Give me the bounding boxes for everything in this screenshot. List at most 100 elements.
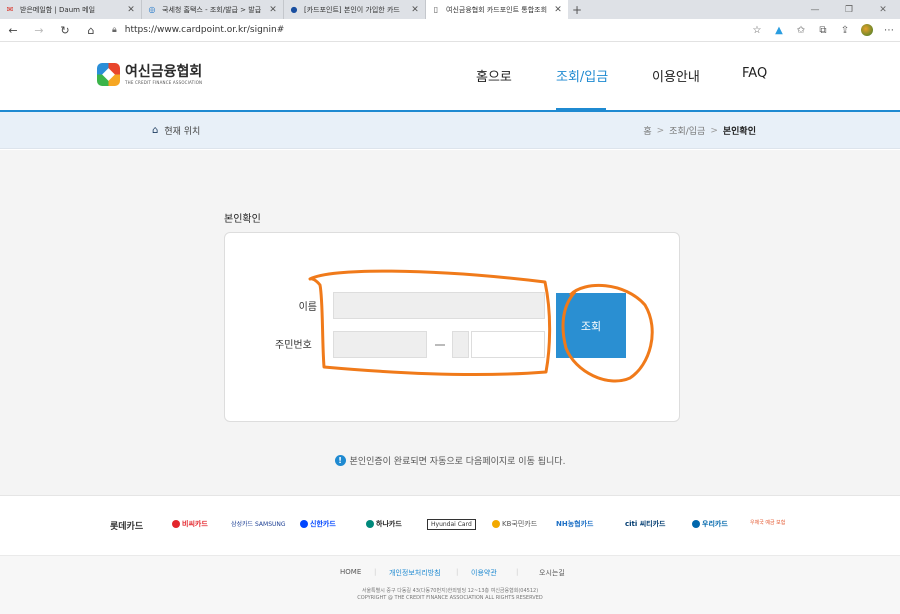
site-logo[interactable]: 여신금융협회 THE CREDIT FINANCE ASSOCIATION — [97, 63, 202, 86]
extension-icon[interactable]: ▲ — [768, 25, 790, 36]
close-tab-icon[interactable]: ✕ — [410, 5, 420, 15]
browser-tab[interactable]: ◎ 국세청 홈택스 - 조회/발급 > 발급 ✕ — [142, 0, 284, 19]
partner-logo[interactable]: 신한카드 — [300, 519, 336, 529]
browser-tab[interactable]: ● [카드포인트] 본인이 가입한 카드 ✕ — [284, 0, 426, 19]
partner-logo[interactable]: KB국민카드 — [492, 519, 537, 529]
hometax-icon: ◎ — [148, 5, 156, 14]
profile-avatar[interactable] — [856, 24, 878, 36]
footer-link-privacy[interactable]: 개인정보처리방침 — [389, 568, 441, 578]
partner-logo[interactable]: NH농협카드 — [556, 519, 593, 529]
more-icon[interactable]: ⋯ — [878, 25, 900, 36]
partner-name: 우체국 예금 보험 — [750, 520, 786, 526]
home-icon: ⌂ — [152, 125, 159, 136]
tab-title: 여신금융협회 카드포인트 통합조회 — [446, 5, 548, 14]
partner-name: 비씨카드 — [182, 520, 208, 528]
toolbar-icons: ☆ ▲ ✩ ⧉ ⇪ ⋯ — [746, 19, 900, 42]
partner-logo[interactable]: 롯데카드 — [110, 519, 143, 532]
browser-tab-active[interactable]: ▯ 여신금융협회 카드포인트 통합조회 ✕ — [426, 0, 568, 19]
collections-icon[interactable]: ⧉ — [812, 25, 834, 36]
partner-name: NH농협카드 — [556, 520, 594, 528]
rrn-label: 주민번호 — [275, 340, 312, 351]
tab-title: [카드포인트] 본인이 가입한 카드 — [304, 5, 400, 14]
name-label: 이름 — [298, 302, 317, 313]
partner-name: Hyundai Card — [431, 521, 472, 528]
nav-faq[interactable]: FAQ — [742, 66, 767, 81]
close-tab-icon[interactable]: ✕ — [126, 5, 136, 15]
breadcrumb: 홈 > 조회/입금 > 본인확인 — [643, 124, 756, 138]
close-tab-icon[interactable]: ✕ — [268, 5, 278, 15]
tab-title: 국세청 홈택스 - 조회/발급 > 발급 — [162, 5, 262, 14]
browser-tab-strip: ✉ 받은메일함 | Daum 메일 ✕ ◎ 국세청 홈택스 - 조회/발급 > … — [0, 0, 900, 19]
rrn-front-input[interactable] — [333, 331, 427, 358]
partner-logos: 롯데카드 비씨카드 삼성카드 SAMSUNG 신한카드 하나카드 Hyundai… — [0, 495, 900, 555]
close-window-icon[interactable]: ✕ — [866, 0, 900, 19]
partner-logo[interactable]: 우체국 예금 보험 — [750, 519, 785, 526]
refresh-icon[interactable]: ↻ — [52, 19, 78, 42]
globe-icon: ● — [290, 5, 298, 14]
share-icon[interactable]: ⇪ — [834, 25, 856, 36]
rrn-back-input[interactable] — [471, 331, 545, 358]
notice-text: 본인인증이 완료되면 자동으로 다음페이지로 이동 됩니다. — [349, 457, 566, 467]
favorite-star-icon[interactable]: ☆ — [746, 25, 768, 36]
address-bar[interactable]: 🔒︎ https://www.cardpoint.or.kr/signin# — [112, 20, 746, 40]
nav-inquiry[interactable]: 조회/입금 — [556, 66, 608, 85]
notice-message: ! 본인인증이 완료되면 자동으로 다음페이지로 이동 됩니다. — [0, 454, 900, 467]
partner-name: 신한카드 — [310, 520, 336, 528]
partner-logo[interactable]: 비씨카드 — [172, 519, 208, 529]
partner-name: citi 씨티카드 — [625, 520, 666, 528]
partner-name: 하나카드 — [376, 520, 402, 528]
partner-logo[interactable]: 우리카드 — [692, 519, 728, 529]
footer-link-directions[interactable]: 오시는길 — [539, 568, 565, 578]
footer-address: 서울특별시 중구 다동길 43(다동70번지)한외빌딩 12~13층 여신금융협… — [361, 588, 539, 594]
location-label: 현재 위치 — [164, 127, 201, 137]
partner-name: 우리카드 — [702, 520, 728, 528]
browser-toolbar: ← → ↻ ⌂ 🔒︎ https://www.cardpoint.or.kr/s… — [0, 19, 900, 42]
info-icon: ! — [334, 455, 346, 466]
main-content: 본인확인 이름 주민번호 조회 ! 본인인증이 완료되면 자동으로 다음페이지로… — [0, 150, 900, 495]
location-bar: ⌂ 현재 위치 홈 > 조회/입금 > 본인확인 — [0, 112, 900, 149]
footer-link-home[interactable]: HOME — [340, 568, 361, 576]
hana-logo-icon — [366, 520, 374, 528]
partner-logo[interactable]: 삼성카드 SAMSUNG — [231, 519, 286, 528]
breadcrumb-inquiry[interactable]: 조회/입금 — [669, 124, 705, 137]
footer-link-terms[interactable]: 이용약관 — [471, 568, 497, 578]
window-controls: — ❐ ✕ — [798, 0, 900, 19]
partner-logo[interactable]: 하나카드 — [366, 519, 402, 529]
browser-tab[interactable]: ✉ 받은메일함 | Daum 메일 ✕ — [0, 0, 142, 19]
breadcrumb-home[interactable]: 홈 — [643, 124, 651, 137]
forward-icon[interactable]: → — [26, 19, 52, 42]
home-browser-icon[interactable]: ⌂ — [78, 19, 104, 42]
kb-logo-icon — [492, 520, 500, 528]
nav-home[interactable]: 홈으로 — [476, 66, 512, 85]
chevron-right-icon: > — [710, 125, 718, 136]
name-input[interactable] — [333, 292, 545, 319]
tab-title: 받은메일함 | Daum 메일 — [20, 5, 96, 14]
lock-icon: 🔒︎ — [112, 25, 117, 35]
url-text: https://www.cardpoint.or.kr/signin# — [124, 25, 285, 35]
chevron-right-icon: > — [656, 125, 665, 136]
partner-name: 삼성카드 SAMSUNG — [231, 521, 286, 528]
restore-icon[interactable]: ❐ — [832, 0, 866, 19]
minimize-icon[interactable]: — — [798, 0, 832, 19]
rrn-back-first-digit-input[interactable] — [452, 331, 469, 358]
new-tab-button[interactable]: + — [568, 0, 586, 19]
back-icon[interactable]: ← — [0, 19, 26, 42]
rrn-dash — [435, 344, 445, 346]
partner-logo[interactable]: citi 씨티카드 — [625, 519, 666, 529]
site-footer: HOME | 개인정보처리방침 | 이용약관 | 오시는길 서울특별시 중구 다… — [0, 555, 900, 614]
footer-copyright: COPYRIGHT @ THE CREDIT FINANCE ASSOCIATI… — [357, 595, 543, 601]
close-tab-icon[interactable]: ✕ — [553, 5, 563, 15]
footer-divider: | — [456, 568, 459, 576]
logo-mark-icon — [97, 63, 120, 86]
search-button[interactable]: 조회 — [556, 293, 626, 358]
favorites-icon[interactable]: ✩ — [790, 25, 812, 36]
logo-title: 여신금융협회 — [125, 63, 203, 80]
page-title: 본인확인 — [224, 214, 261, 225]
partner-name: KB국민카드 — [502, 520, 538, 528]
logo-subtitle: THE CREDIT FINANCE ASSOCIATION — [125, 79, 203, 85]
bc-logo-icon — [172, 520, 180, 528]
nav-guide[interactable]: 이용안내 — [652, 66, 700, 85]
page-icon: ▯ — [433, 5, 439, 14]
site-header: 여신금융협회 THE CREDIT FINANCE ASSOCIATION 홈으… — [0, 42, 900, 111]
partner-logo[interactable]: Hyundai Card — [427, 519, 476, 530]
